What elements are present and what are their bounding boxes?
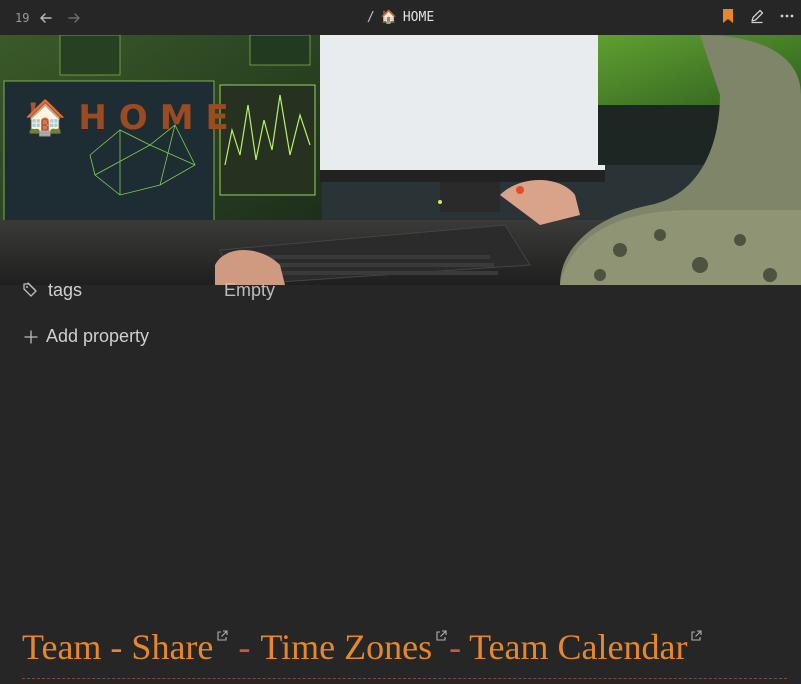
link-team-share[interactable]: Team - Share xyxy=(22,626,228,668)
link-team-calendar[interactable]: Team Calendar xyxy=(469,626,703,668)
external-link-icon xyxy=(436,630,447,641)
link-time-zones-label: Time Zones xyxy=(260,627,433,667)
arrow-left-icon xyxy=(40,12,53,23)
banner-image xyxy=(0,35,801,285)
link-separator: - xyxy=(449,627,462,667)
bookmark-icon xyxy=(723,9,733,23)
top-bar: 19 / 🏠 HOME xyxy=(0,0,801,35)
breadcrumb: / 🏠 HOME xyxy=(0,0,801,35)
property-value[interactable]: Empty xyxy=(224,280,275,301)
breadcrumb-page[interactable]: / 🏠 HOME xyxy=(367,10,434,25)
pencil-icon xyxy=(751,9,764,24)
link-team-share-label: Team - Share xyxy=(22,627,214,667)
edit-button[interactable] xyxy=(749,8,765,27)
view-actions xyxy=(721,0,795,35)
back-button[interactable] xyxy=(35,7,57,29)
more-icon xyxy=(780,14,794,18)
property-key[interactable]: tags xyxy=(22,280,224,301)
add-property-button[interactable]: Add property xyxy=(24,326,149,347)
page-title: 🏠 HOME xyxy=(24,98,241,138)
tag-icon xyxy=(23,282,37,297)
link-separator: - xyxy=(238,627,251,667)
add-property-label: Add property xyxy=(46,326,150,346)
link-team-calendar-label: Team Calendar xyxy=(469,627,688,667)
banner-illustration xyxy=(0,35,801,285)
more-options-button[interactable] xyxy=(779,8,795,27)
divider xyxy=(22,678,787,679)
property-row: tags Empty xyxy=(22,278,275,302)
team-links: Team - Share - Time Zones - Team Calenda… xyxy=(22,626,703,672)
breadcrumb-separator: / xyxy=(366,10,375,25)
property-key-label: tags xyxy=(48,279,83,300)
house-icon: 🏠 xyxy=(24,99,67,137)
history-nav: 19 xyxy=(0,7,85,29)
house-icon: 🏠 xyxy=(380,10,397,25)
page-title-text: HOME xyxy=(78,98,241,138)
link-time-zones[interactable]: Time Zones xyxy=(260,626,447,668)
bookmark-button[interactable] xyxy=(721,8,735,27)
history-count: 19 xyxy=(15,10,30,25)
external-link-icon xyxy=(691,630,703,641)
forward-button[interactable] xyxy=(63,7,85,29)
plus-icon xyxy=(24,329,38,344)
external-link-icon xyxy=(217,630,228,641)
breadcrumb-title: HOME xyxy=(402,10,435,25)
arrow-right-icon xyxy=(68,12,81,23)
